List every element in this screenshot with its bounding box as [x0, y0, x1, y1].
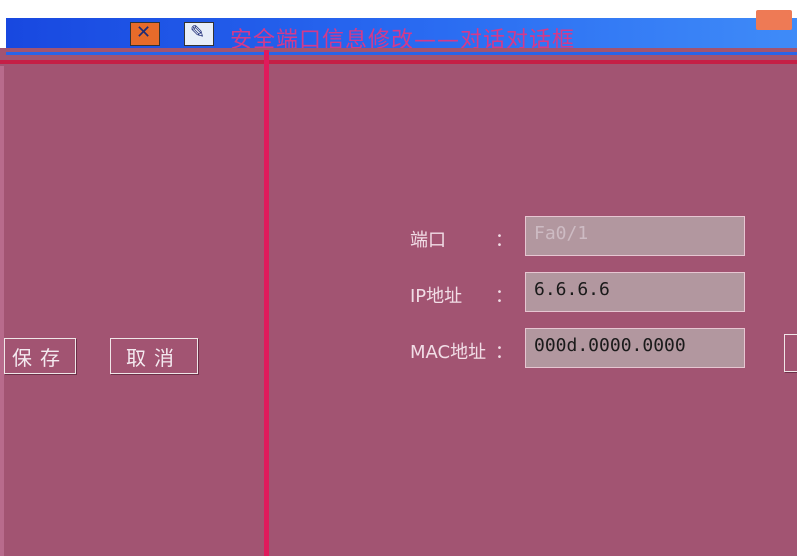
partial-button[interactable]: [784, 334, 797, 372]
ip-label: IP地址: [410, 286, 463, 307]
mac-colon: ：: [495, 342, 513, 363]
toolbar-accent-line: [6, 52, 797, 55]
edit-icon[interactable]: [184, 22, 214, 46]
mac-label: MAC地址: [410, 342, 487, 363]
left-pane: [0, 66, 268, 556]
mac-field[interactable]: 000d.0000.0000: [525, 328, 745, 368]
ip-field[interactable]: 6.6.6.6: [525, 272, 745, 312]
port-colon: ：: [495, 230, 513, 251]
port-field: Fa0/1: [525, 216, 745, 256]
save-button[interactable]: 保存: [4, 338, 76, 374]
close-x-icon[interactable]: [130, 22, 160, 46]
window-close-button[interactable]: [756, 10, 792, 30]
toolbar-separator: [0, 60, 797, 64]
port-label: 端口: [410, 230, 446, 251]
ip-colon: ：: [495, 286, 513, 307]
cancel-button[interactable]: 取消: [110, 338, 198, 374]
